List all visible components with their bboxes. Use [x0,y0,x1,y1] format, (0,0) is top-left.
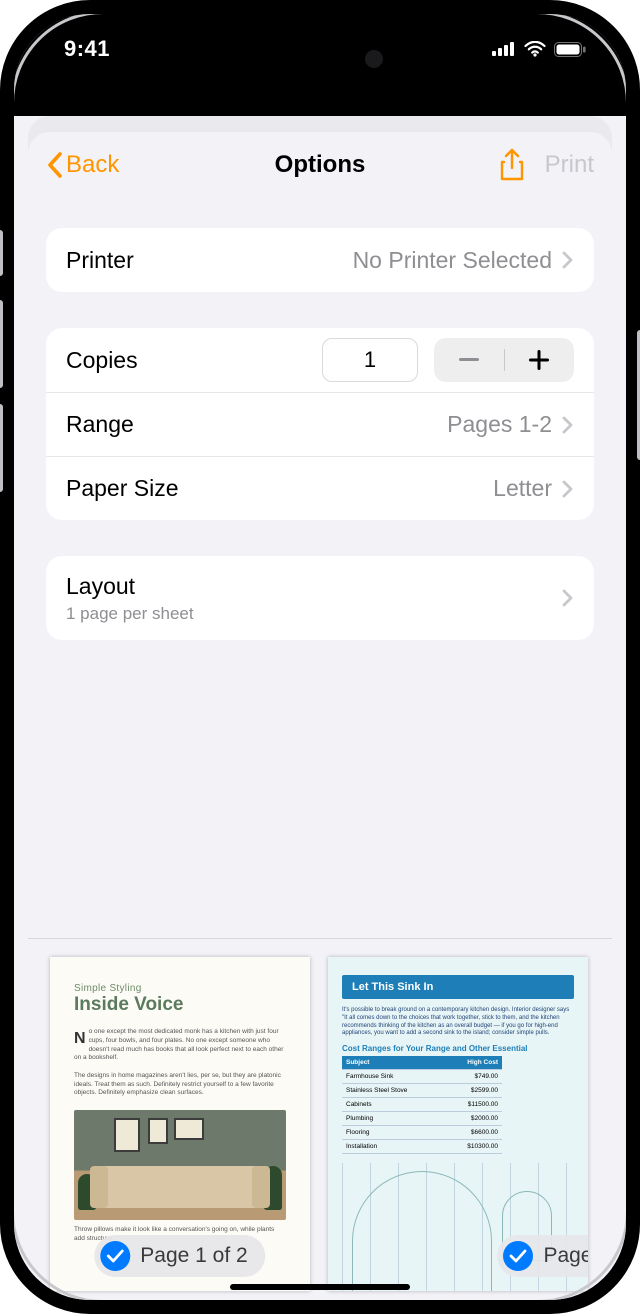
phone-volume-down [0,404,3,492]
checkmark-icon [503,1241,533,1271]
copies-label: Copies [66,347,138,374]
range-row[interactable]: Range Pages 1-2 [46,392,594,456]
copies-stepper [434,338,574,382]
paper-size-label: Paper Size [66,475,179,502]
page2-pill[interactable]: Page 2 [497,1235,588,1277]
share-button[interactable] [499,148,525,182]
paper-size-value: Letter [493,475,552,502]
chevron-right-icon [562,589,574,607]
copies-value: 1 [364,347,376,373]
chevron-right-icon [562,416,574,434]
page1-title: Inside Voice [74,994,286,1016]
printer-row[interactable]: Printer No Printer Selected [46,228,594,292]
layout-subtitle: 1 page per sheet [66,604,194,624]
checkmark-icon [100,1241,130,1271]
range-label: Range [66,411,134,438]
cellular-icon [492,42,516,56]
phone-silence-switch [0,230,3,276]
page1-pill[interactable]: Page 1 of 2 [94,1235,265,1277]
printer-group: Printer No Printer Selected [46,228,594,292]
chevron-right-icon [562,251,574,269]
page2-body: It's possible to break ground on a conte… [328,1007,588,1038]
back-button[interactable]: Back [46,151,119,179]
page1-pill-label: Page 1 of 2 [140,1244,247,1268]
stepper-minus[interactable] [434,358,504,362]
settings-group: Copies 1 R [46,328,594,520]
copies-row: Copies 1 [46,328,594,392]
phone-frame: 9:41 Back Options [0,0,640,1314]
stepper-plus[interactable] [505,350,575,370]
layout-row[interactable]: Layout 1 page per sheet [46,556,594,640]
phone-volume-up [0,300,3,388]
preview-tray[interactable]: Simple Styling Inside Voice No one excep… [28,938,612,1300]
page2-subheading: Cost Ranges for Your Range and Other Ess… [342,1044,574,1053]
page2-pill-label: Page 2 [543,1244,588,1268]
page1-kicker: Simple Styling [74,983,286,994]
nav-bar: Back Options Print [28,132,612,198]
back-label: Back [66,151,119,179]
wifi-icon [524,41,546,57]
layout-group: Layout 1 page per sheet [46,556,594,640]
page1-body: No one except the most dedicated monk ha… [50,1022,310,1104]
page2-cost-table: SubjectHigh Cost Farmhouse Sink$749.00 S… [342,1056,502,1154]
chevron-right-icon [562,480,574,498]
page2-heading: Let This Sink In [342,975,574,999]
preview-page-2[interactable]: Let This Sink In It's possible to break … [328,957,588,1291]
status-time: 9:41 [64,36,110,62]
battery-icon [554,42,586,57]
print-options-sheet: Back Options Print Printer No Printer Se… [28,132,612,1300]
printer-value: No Printer Selected [353,247,552,274]
preview-page-1[interactable]: Simple Styling Inside Voice No one excep… [50,957,310,1291]
print-button[interactable]: Print [545,151,594,179]
paper-size-row[interactable]: Paper Size Letter [46,456,594,520]
layout-label: Layout [66,573,194,600]
range-value: Pages 1-2 [447,411,552,438]
printer-label: Printer [66,247,134,274]
dynamic-island [235,38,405,80]
page1-image [74,1110,286,1220]
chevron-left-icon [46,151,64,179]
home-indicator[interactable] [230,1284,410,1290]
copies-field[interactable]: 1 [322,338,418,382]
